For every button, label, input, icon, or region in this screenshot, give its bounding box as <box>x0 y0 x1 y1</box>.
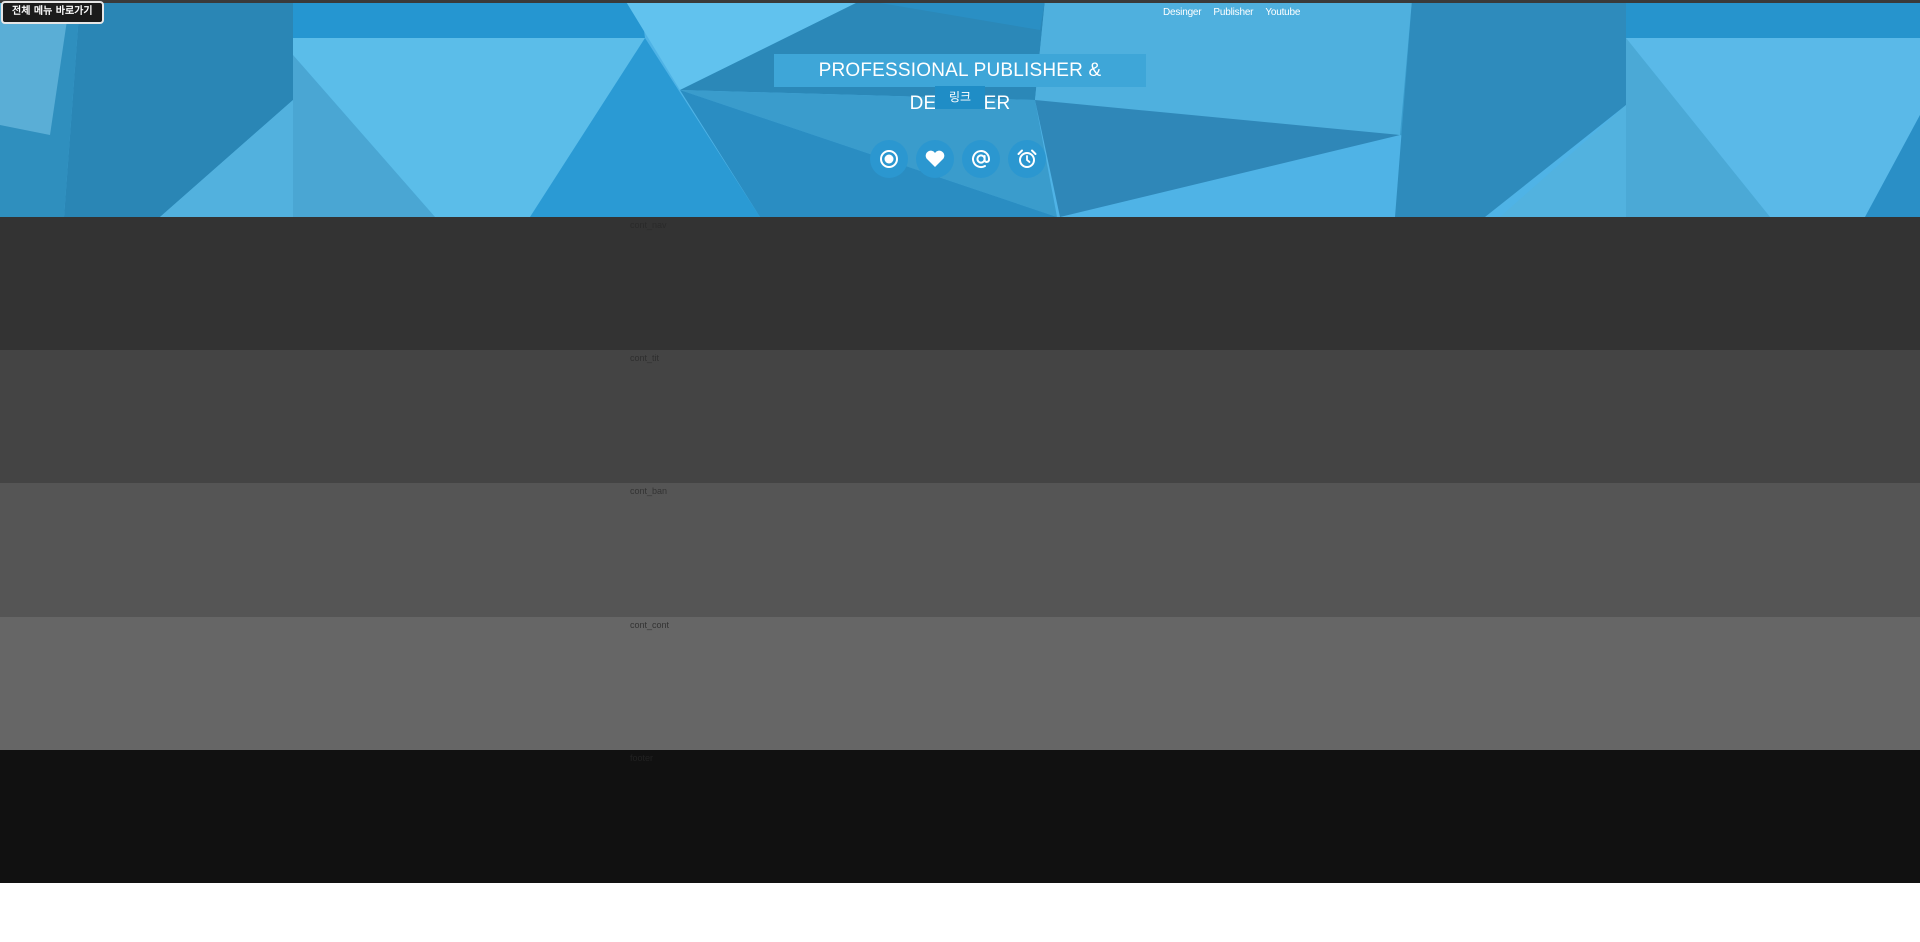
section-cont-nav: cont_nav <box>0 217 1920 350</box>
footer-label: footer <box>630 753 654 763</box>
section-cont-tit: cont_tit <box>0 350 1920 483</box>
section-label: cont_tit <box>630 353 660 363</box>
record-icon[interactable] <box>870 140 908 178</box>
at-sign-icon[interactable] <box>962 140 1000 178</box>
page-title: PROFESSIONAL PUBLISHER & DESIGNER <box>774 54 1146 114</box>
top-border <box>0 0 1920 3</box>
section-cont-cont: cont_cont <box>0 617 1920 750</box>
link-button[interactable]: 링크 <box>935 86 985 109</box>
alarm-clock-icon[interactable] <box>1008 140 1046 178</box>
nav-link-publisher[interactable]: Publisher <box>1213 7 1253 18</box>
icon-row <box>870 140 1046 178</box>
top-nav: Desinger Publisher Youtube <box>1163 7 1300 18</box>
section-label: cont_cont <box>630 620 670 630</box>
header: Desinger Publisher Youtube PROFESSIONAL … <box>0 0 1920 217</box>
section-label: cont_ban <box>630 486 668 496</box>
footer: footer <box>0 750 1920 883</box>
section-cont-ban: cont_ban <box>0 483 1920 617</box>
nav-link-youtube[interactable]: Youtube <box>1265 7 1300 18</box>
heart-icon[interactable] <box>916 140 954 178</box>
section-label: cont_nav <box>630 220 667 230</box>
skip-to-menu-link[interactable]: 전체 메뉴 바로가기 <box>1 1 104 24</box>
nav-link-designer[interactable]: Desinger <box>1163 7 1202 18</box>
